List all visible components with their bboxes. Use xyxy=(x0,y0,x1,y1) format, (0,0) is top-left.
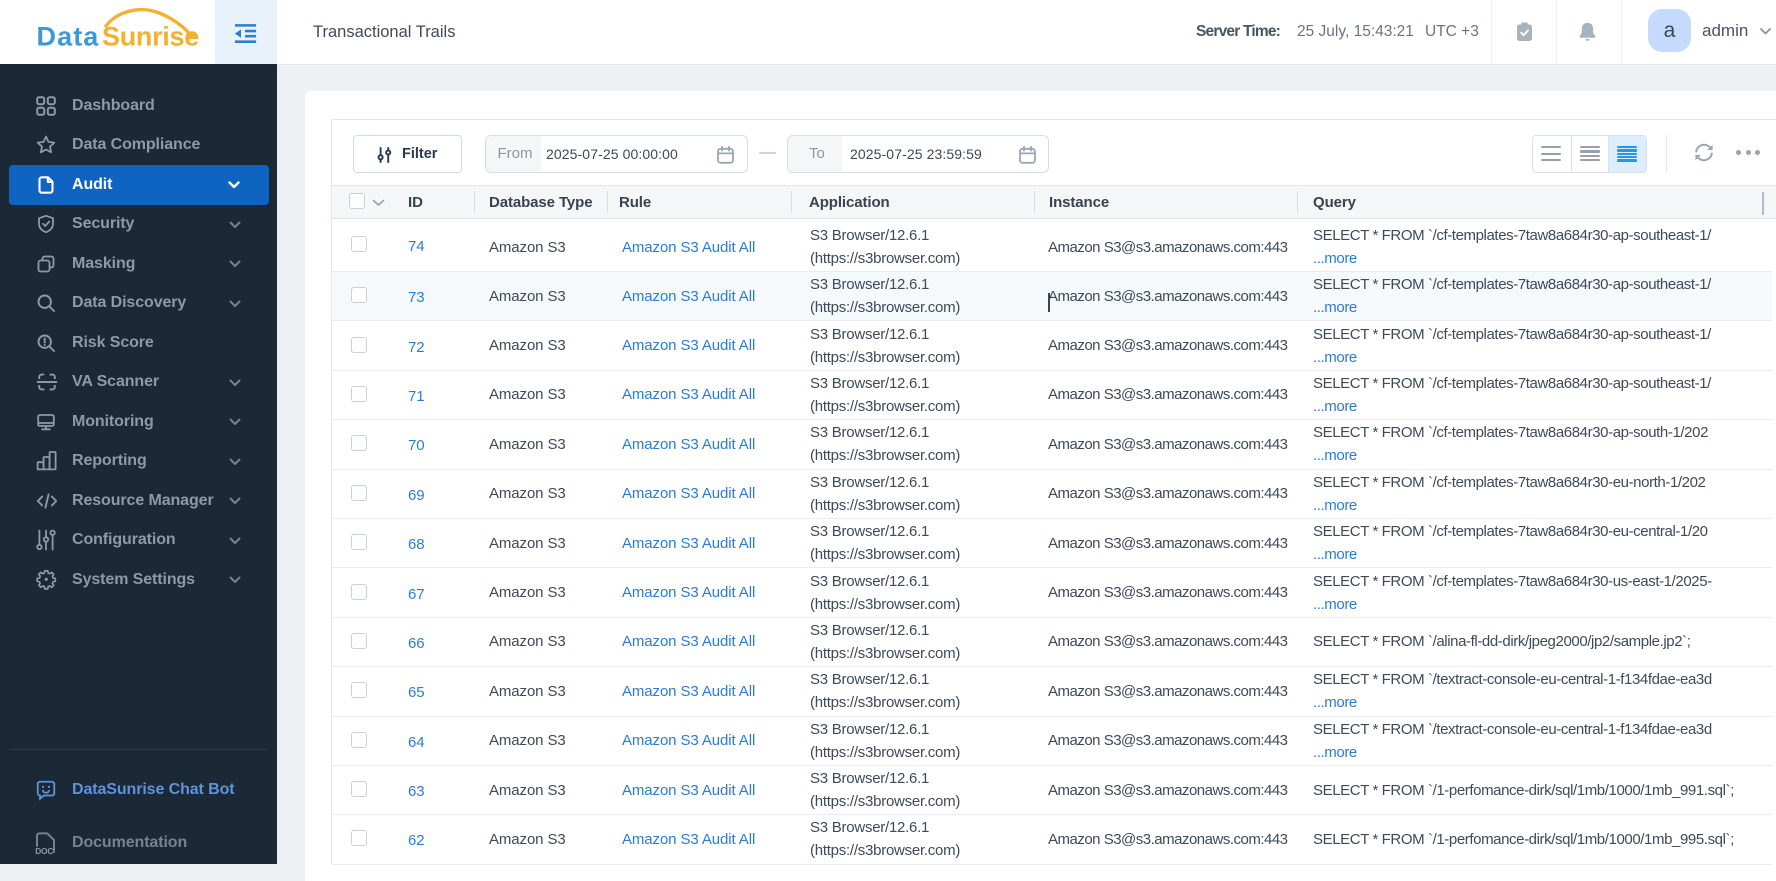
svg-text:Data: Data xyxy=(37,22,100,52)
svg-text:DOC: DOC xyxy=(35,846,53,855)
svg-text:Sunrise: Sunrise xyxy=(102,22,199,52)
